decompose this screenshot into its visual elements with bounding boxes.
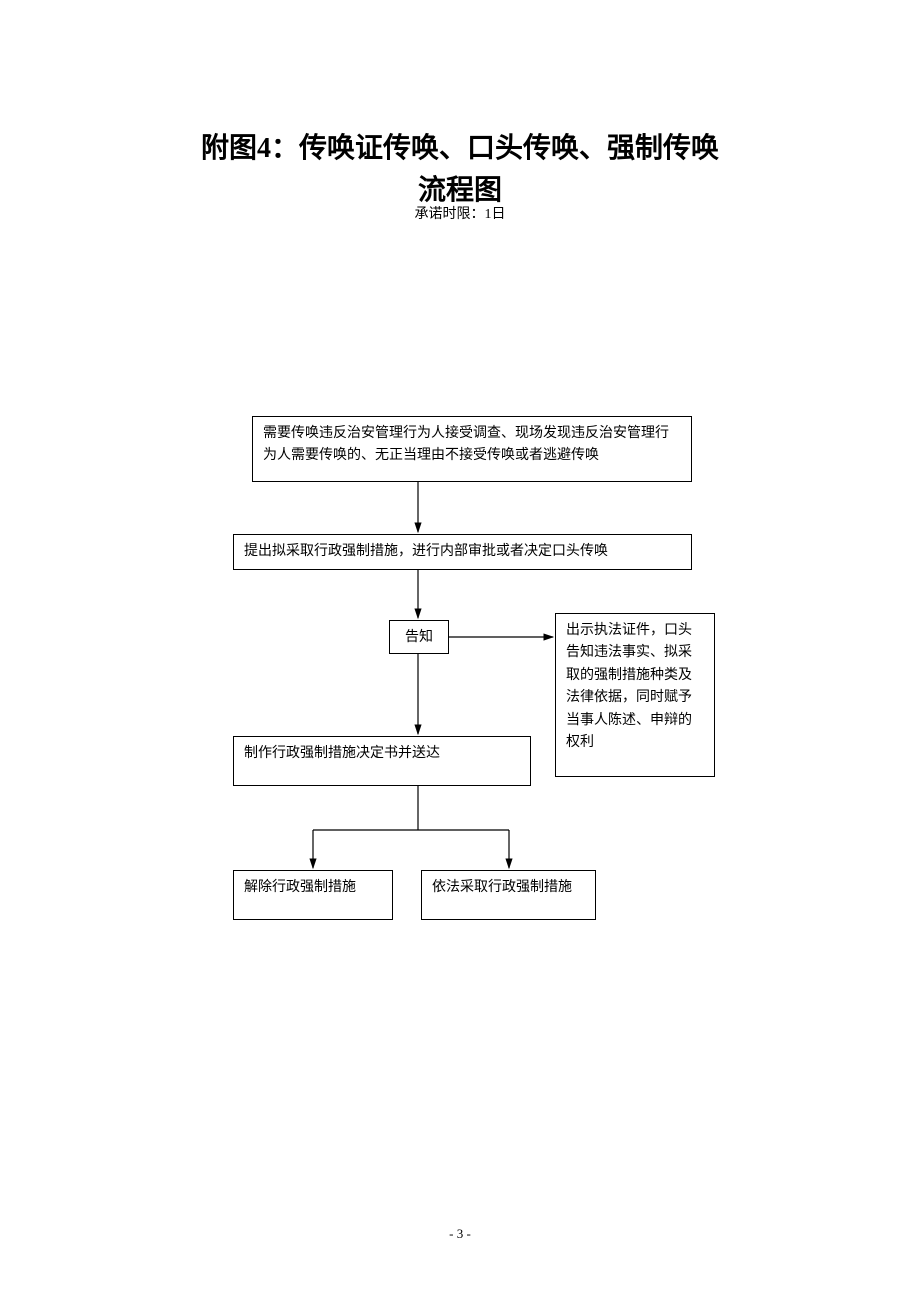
flow-node-notify: 告知: [389, 620, 449, 654]
title-line-2: 流程图: [418, 175, 502, 206]
node-text: 需要传唤违反治安管理行为人接受调查、现场发现违反治安管理行为人需要传唤的、无正当…: [263, 426, 669, 463]
page-title: 附图4：传唤证传唤、口头传唤、强制传唤 流程图: [0, 128, 920, 212]
node-text: 告知: [405, 630, 433, 645]
flow-node-start: 需要传唤违反治安管理行为人接受调查、现场发现违反治安管理行为人需要传唤的、无正当…: [252, 416, 692, 482]
flow-node-release: 解除行政强制措施: [233, 870, 393, 920]
page-number: - 3 -: [0, 1226, 920, 1242]
flow-node-side-detail: 出示执法证件，口头告知违法事实、拟采取的强制措施种类及法律依据，同时赋予当事人陈…: [555, 613, 715, 777]
node-text: 解除行政强制措施: [244, 880, 356, 895]
node-text: 依法采取行政强制措施: [432, 880, 572, 895]
flow-node-enforce: 依法采取行政强制措施: [421, 870, 596, 920]
subtitle: 承诺时限：1日: [0, 203, 920, 223]
flow-node-approval: 提出拟采取行政强制措施，进行内部审批或者决定口头传唤: [233, 534, 692, 570]
node-text: 提出拟采取行政强制措施，进行内部审批或者决定口头传唤: [244, 544, 608, 559]
node-text: 出示执法证件，口头告知违法事实、拟采取的强制措施种类及法律依据，同时赋予当事人陈…: [566, 623, 692, 750]
flow-node-decision-doc: 制作行政强制措施决定书并送达: [233, 736, 531, 786]
title-line-1: 附图4：传唤证传唤、口头传唤、强制传唤: [201, 133, 719, 164]
node-text: 制作行政强制措施决定书并送达: [244, 746, 440, 761]
